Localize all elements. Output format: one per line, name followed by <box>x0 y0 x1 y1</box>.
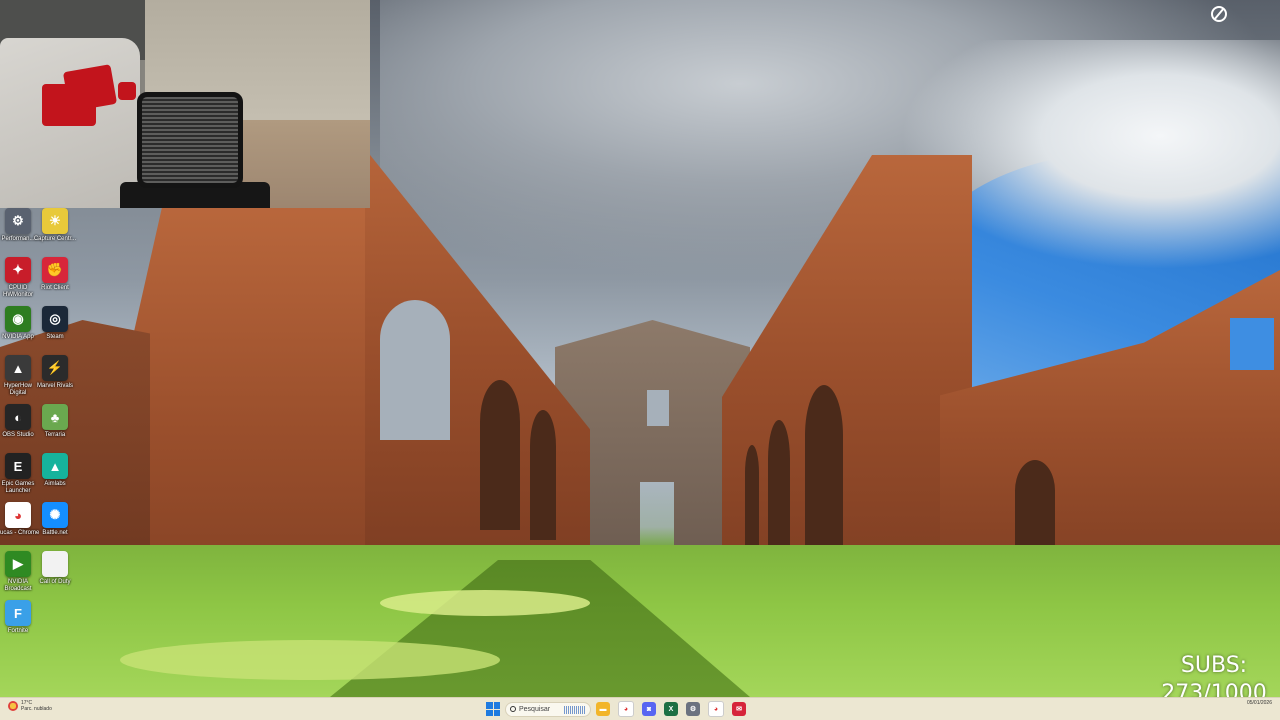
desktop-icon-label: Steam <box>46 334 64 340</box>
hyperx-icon: ▲ <box>5 355 31 381</box>
steam-icon: ◎ <box>42 306 68 332</box>
desktop-icon-label: Call of Duty <box>39 579 71 585</box>
right-arch-2 <box>768 420 790 560</box>
chrome-icon[interactable]: ◕ <box>618 701 634 717</box>
weather-desc: Parc. nublado <box>21 706 52 712</box>
search-placeholder: Pesquisar <box>519 705 551 713</box>
desktop-icon-aimlabs[interactable]: ▲ Aimlabs <box>33 453 77 488</box>
discord-icon[interactable]: ◙ <box>642 702 656 716</box>
left-arch-2 <box>480 380 520 530</box>
weather-icon <box>8 701 18 711</box>
facade-doorway <box>640 482 674 546</box>
riot-icon: ✊ <box>42 257 68 283</box>
right-arch-3 <box>745 445 759 545</box>
aimlabs-icon: ▲ <box>42 453 68 479</box>
top-right-widget[interactable] <box>1196 6 1242 24</box>
desktop-icon-label: Fortnite <box>7 628 29 634</box>
desktop-icon-steam[interactable]: ◎ Steam <box>33 306 77 341</box>
webcam-overlay <box>0 0 370 208</box>
search-icon <box>510 706 516 712</box>
app-red-icon[interactable]: ✉ <box>732 702 746 716</box>
date: 05/01/2026 <box>1246 700 1272 706</box>
clock[interactable]: 05/01/2026 <box>1247 700 1272 707</box>
far-right-window <box>1230 318 1274 370</box>
epic-icon: E <box>5 453 31 479</box>
webcam-pillow <box>62 64 118 112</box>
nvidia-app-icon: ◉ <box>5 306 31 332</box>
start-button[interactable] <box>486 702 500 716</box>
weather-text: 17°C Parc. nublado <box>21 700 52 712</box>
chrome-icon: ◕ <box>5 502 31 528</box>
excel-icon[interactable]: X <box>664 702 678 716</box>
desktop-icon-label: Riot Client <box>41 285 69 291</box>
desktop-icon-riot[interactable]: ✊ Riot Client <box>33 257 77 292</box>
desktop-icon-label: Terraria <box>44 432 66 438</box>
terraria-icon: ♣ <box>42 404 68 430</box>
left-arch-3 <box>530 410 556 540</box>
explorer-icon[interactable]: ▬ <box>596 702 610 716</box>
taskbar-center: Pesquisar ▬ ◕ ◙ X ⚙ ◕ ✉ <box>486 699 746 719</box>
desktop-icon-label: Battle.net <box>42 530 68 536</box>
marvel-rivals-icon: ⚡ <box>42 355 68 381</box>
call-of-duty-icon <box>42 551 68 577</box>
sunlight-patch <box>380 590 590 616</box>
taskbar-apps: ▬ ◕ ◙ X ⚙ ◕ ✉ <box>596 701 746 717</box>
desktop-icon-marvel-rivals[interactable]: ⚡ Marvel Rivals <box>33 355 77 390</box>
performance-icon: ⚙ <box>5 208 31 234</box>
obs-icon: ◐ <box>5 404 31 430</box>
fortnite-icon: F <box>5 600 31 626</box>
right-arch-1 <box>805 385 843 565</box>
taskbar: 17°C Parc. nublado Pesquisar ▬ ◕ ◙ X ⚙ ◕ ✉ 05/… <box>0 697 1280 720</box>
subs-label: SUBS: <box>1180 653 1248 678</box>
search-highlight-icon <box>564 705 586 714</box>
webcam-pillow <box>118 82 136 100</box>
compass-icon <box>1211 6 1227 22</box>
battlenet-icon: ✺ <box>42 502 68 528</box>
desktop-icon-label: Marvel Rivals <box>36 383 73 389</box>
chrome-profile-icon[interactable]: ◕ <box>708 701 724 717</box>
desktop-icon-label: Capture Centr... <box>33 236 77 242</box>
left-arch-1 <box>380 300 450 440</box>
desktop-icon-battlenet[interactable]: ✺ Battle.net <box>33 502 77 537</box>
desktop-icon-call-of-duty[interactable]: Call of Duty <box>33 551 77 586</box>
desktop-icon-fortnite[interactable]: F Fortnite <box>0 600 40 635</box>
system-tray: 05/01/2026 <box>1247 700 1272 707</box>
nvidia-broadcast-icon: ▶ <box>5 551 31 577</box>
weather-widget[interactable]: 17°C Parc. nublado <box>8 700 52 712</box>
desktop-icon-capture[interactable]: ☀ Capture Centr... <box>33 208 77 243</box>
facade-window <box>647 390 669 426</box>
settings-icon[interactable]: ⚙ <box>686 702 700 716</box>
desktop-icon-label: Aimlabs <box>44 481 66 487</box>
sunlight-patch <box>120 640 500 680</box>
cpuid-icon: ✦ <box>5 257 31 283</box>
taskbar-search[interactable]: Pesquisar <box>505 701 591 717</box>
webcam-chair <box>137 92 243 188</box>
desktop-icon-terraria[interactable]: ♣ Terraria <box>33 404 77 439</box>
capture-icon: ☀ <box>42 208 68 234</box>
